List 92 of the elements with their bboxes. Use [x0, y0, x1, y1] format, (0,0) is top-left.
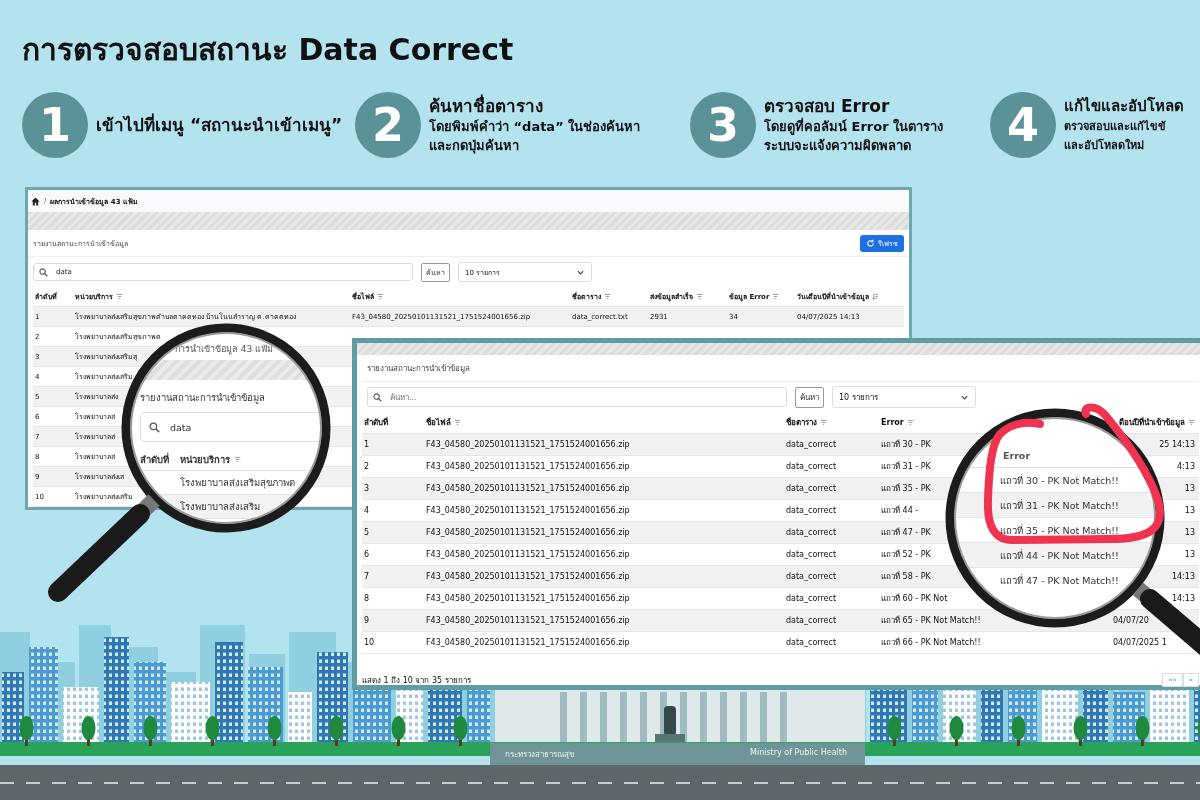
table-cell: data_correct — [786, 506, 837, 515]
table-cell: แถวที่ 31 - PK — [881, 462, 931, 471]
step-heading: ตรวจสอบ Error — [764, 95, 891, 117]
table-cell-text: แถวที่ 47 - PK Not Match!! — [1000, 573, 1119, 588]
table-cell: F43_04580_20250101131521_1751524001656.zip — [426, 462, 630, 471]
table-cell: 2 — [364, 462, 370, 471]
column-header[interactable]: Error — [881, 418, 904, 427]
table-cell: 4 — [364, 506, 370, 515]
step-heading: ค้นหาชื่อตาราง — [429, 95, 544, 117]
table-cell: F43_04580_20250101131521_1751524001656.zip — [426, 594, 630, 603]
table-cell: 13 — [1184, 550, 1195, 559]
table-cell-text: โรงพยาบาลส่งเสริมสุขภาพต — [180, 476, 295, 490]
table-cell: 5 — [364, 528, 370, 537]
table-cell: แถวที่ 30 - PK — [881, 440, 931, 449]
table-cell: data_correct — [786, 594, 837, 603]
table-cell-text: แถวที่ 35 - PK Not Match!! — [1000, 523, 1119, 538]
table-cell: 10 — [364, 638, 375, 647]
search-field[interactable]: ค้นหา... — [367, 387, 787, 407]
column-header: หน่วยบริการ — [180, 452, 230, 467]
step-number: 3 — [690, 92, 756, 158]
panel-title: รายงานสถานะการนำเข้าข้อมูล — [140, 391, 266, 404]
table-cell: data_correct — [786, 462, 837, 471]
column-header: ลำดับที่ — [140, 451, 170, 467]
table-cell: data_correct — [786, 550, 837, 559]
step-number: 2 — [355, 92, 421, 158]
sign-label: กระทรวงสาธารณสุข — [505, 749, 574, 761]
table-cell: แถวที่ 66 - PK Not Match!! — [881, 638, 981, 647]
table-cell: F43_04580_20250101131521_1751524001656.zip — [426, 572, 630, 581]
table-cell: 7 — [364, 572, 370, 581]
table-cell: แถวที่ 65 - PK Not Match!! — [881, 616, 981, 625]
table-cell: 25 14:13 — [1159, 440, 1195, 449]
step-heading: แก้ไขและอัปโหลด — [1064, 95, 1184, 117]
table-cell: 04/07/20 — [1113, 616, 1149, 625]
filter-icon — [234, 455, 241, 463]
table-cell: 13 — [1184, 528, 1195, 537]
table-cell: data_correct — [786, 616, 837, 625]
table-cell: แถวที่ 35 - PK — [881, 484, 931, 493]
step-description: โดยดูที่คอลัมน์ Error ในตาราง ระบบจะแจ้งความผิดพลาด — [764, 117, 944, 155]
search-icon — [39, 267, 48, 277]
table-cell: 14:13 — [1171, 594, 1195, 603]
table-cell-text: แถวที่ 30 - PK Not Match!! — [1000, 473, 1119, 488]
column-header: Error — [1003, 449, 1031, 461]
breadcrumb: การนำเข้าข้อมูล 43 แฟ้ม — [175, 343, 275, 356]
table-cell: 8 — [364, 594, 370, 603]
page-size-select[interactable]: 10 รายการ — [832, 386, 976, 408]
table-cell: แถวที่ 44 - — [881, 506, 919, 515]
search-icon — [373, 392, 382, 402]
panel-title: รายงานสถานะการนำเข้าข้อมูล — [367, 362, 470, 375]
table-cell: F43_04580_20250101131521_1751524001656.zip — [426, 616, 630, 625]
search-button[interactable]: ค้นหา — [795, 386, 824, 408]
table-cell: แถวที่ 52 - PK — [881, 550, 931, 559]
table-cell: แถวที่ 58 - PK — [881, 572, 931, 581]
table-cell: data_correct — [786, 484, 837, 493]
table-cell: data_correct — [786, 528, 837, 537]
step-heading: เข้าไปที่เมนู “สถานะนำเข้าเมนู” — [96, 114, 343, 136]
table-cell: 4:13 — [1177, 462, 1195, 471]
table-cell: data_correct — [786, 638, 837, 647]
table-cell: F43_04580_20250101131521_1751524001656.zip — [426, 638, 630, 647]
step-number: 4 — [990, 92, 1056, 158]
table-cell: 14:13 — [1171, 572, 1195, 581]
step-description: โดยพิมพ์คำว่า “data” ในช่องค้นหา และกดปุ่มค้นหา — [429, 117, 641, 155]
step-description: ตรวจสอบและแก้ไขข้ และอัปโหลดใหม่ — [1064, 119, 1167, 154]
table-cell: แถวที่ 47 - PK — [881, 528, 931, 537]
table-cell: F43_04580_20250101131521_1751524001656.zip — [426, 528, 630, 537]
sign-label: Ministry of Public Health — [750, 748, 848, 757]
table-cell-text: โรงพยาบาลส่งเสริม — [180, 500, 260, 514]
table-cell: 3 — [364, 484, 370, 493]
table-cell: F43_04580_20250101131521_1751524001656.zip — [426, 440, 630, 449]
table-cell: F43_04580_20250101131521_1751524001656.zip — [426, 550, 630, 559]
table-cell: 1 — [364, 440, 370, 449]
table-cell: data_correct — [786, 440, 837, 449]
table-cell: 04/07/2025 1 — [1113, 638, 1167, 647]
table-cell-text: แถวที่ 31 - PK Not Match!! — [1000, 498, 1119, 513]
table-cell: data_correct — [786, 572, 837, 581]
column-header[interactable]: ชื่อตาราง — [786, 416, 817, 429]
search-icon — [149, 421, 160, 433]
page-title: การตรวจสอบสถานะ Data Correct — [21, 31, 515, 69]
table-cell: แถวที่ 60 - PK Not — [881, 594, 948, 603]
table-cell: 9 — [364, 616, 370, 625]
table-cell: 6 — [364, 550, 370, 559]
table-cell: 13 — [1184, 484, 1195, 493]
table-cell-text: แถวที่ 44 - PK Not Match!! — [1000, 548, 1119, 563]
refresh-icon — [866, 238, 875, 248]
step-number: 1 — [22, 92, 88, 158]
column-header[interactable]: ลำดับที่ — [364, 416, 388, 429]
column-header[interactable]: ชื่อไฟล์ — [426, 416, 451, 429]
table-cell: F43_04580_20250101131521_1751524001656.zip — [426, 506, 630, 515]
table-cell: 13 — [1184, 506, 1195, 515]
column-header[interactable]: ดือนปีที่นำเข้าข้อมูล — [1119, 416, 1185, 429]
result-summary: แสดง 1 ถึง 10 จาก 35 รายการ — [362, 674, 471, 687]
home-icon[interactable] — [31, 196, 40, 206]
table-cell: F43_04580_20250101131521_1751524001656.zip — [426, 484, 630, 493]
